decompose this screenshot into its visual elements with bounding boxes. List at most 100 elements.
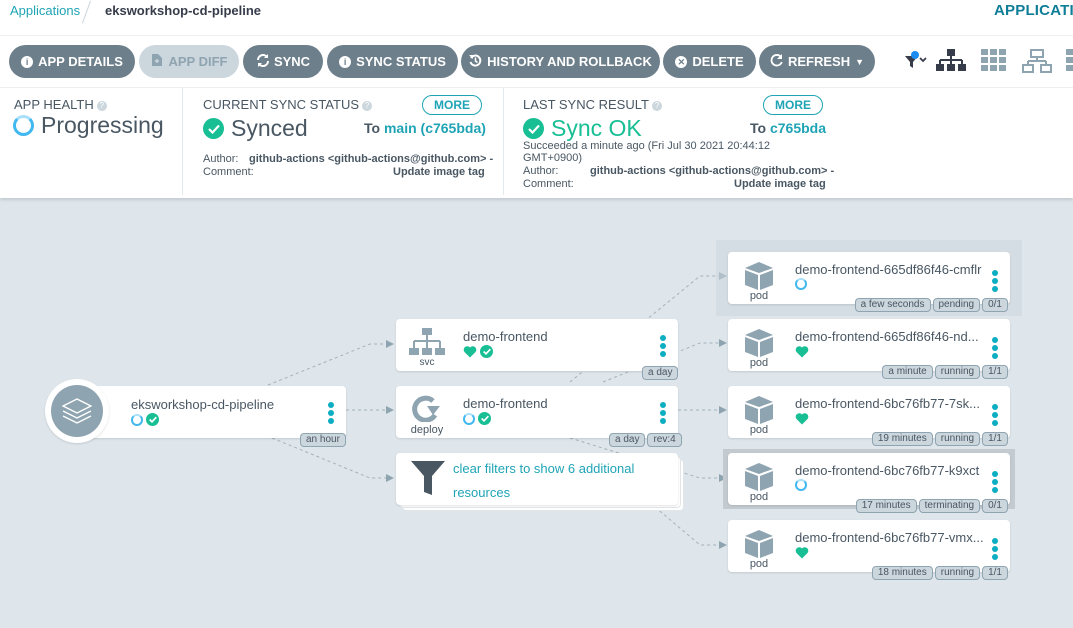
tag: a day bbox=[642, 366, 679, 380]
pod-status bbox=[795, 278, 807, 290]
pod-node[interactable]: pod demo-frontend-665df86f46-nd... a min… bbox=[728, 319, 1010, 379]
current-sync-more-button[interactable]: MORE bbox=[422, 95, 482, 115]
filter-icon[interactable] bbox=[904, 49, 930, 76]
help-icon[interactable]: ? bbox=[651, 101, 662, 111]
healthy-heart-icon bbox=[795, 547, 809, 559]
pod-status bbox=[795, 345, 809, 358]
pod-node-menu[interactable] bbox=[992, 337, 998, 359]
synced-icon bbox=[478, 412, 491, 425]
last-sync-more-button[interactable]: MORE bbox=[763, 95, 823, 115]
deploy-node-name: demo-frontend bbox=[463, 396, 548, 411]
status-panel: APP HEALTH? Progressing CURRENT SYNC STA… bbox=[0, 88, 1073, 198]
caret-down-icon: ▼ bbox=[855, 56, 865, 67]
svc-node-tags: a day bbox=[642, 366, 679, 380]
refresh-label: REFRESH bbox=[787, 54, 851, 69]
clear-filters-node[interactable]: clear filters to show 6 additional resou… bbox=[396, 453, 678, 505]
pod-node[interactable]: pod demo-frontend-665df86f46-cmflr a few… bbox=[728, 252, 1010, 312]
progressing-icon bbox=[13, 115, 34, 136]
app-node-menu[interactable] bbox=[328, 402, 334, 424]
progressing-icon bbox=[795, 479, 807, 491]
list-view-icon[interactable] bbox=[1066, 49, 1073, 76]
pod-status bbox=[795, 412, 809, 425]
app-node-name: eksworkshop-cd-pipeline bbox=[131, 397, 275, 412]
clear-filters-text: resources bbox=[453, 485, 511, 500]
delete-label: DELETE bbox=[692, 54, 744, 69]
pod-tags: 17 minutes terminating 0/1 bbox=[855, 499, 1008, 513]
last-sync-target: To c765bda bbox=[750, 120, 827, 136]
revision-link[interactable]: c765bda bbox=[770, 120, 826, 136]
current-sync-text: Synced bbox=[231, 115, 308, 141]
progressing-icon bbox=[131, 413, 143, 426]
tag: 19 minutes bbox=[871, 432, 933, 446]
breadcrumb-separator bbox=[81, 0, 92, 24]
revision-link[interactable]: main (c765bda) bbox=[384, 120, 486, 136]
svc-node-menu[interactable] bbox=[660, 335, 666, 357]
tree-view-icon[interactable] bbox=[936, 49, 966, 78]
deploy-node[interactable]: deploy demo-frontend a day rev:4 bbox=[396, 386, 682, 447]
pods-grid-icon[interactable] bbox=[981, 49, 1007, 76]
refresh-button[interactable]: REFRESH ▼ bbox=[759, 45, 875, 78]
history-and-rollback-button[interactable]: HISTORY AND ROLLBACK bbox=[461, 45, 660, 78]
tag: 1/1 bbox=[982, 432, 1008, 446]
divider bbox=[182, 88, 183, 195]
pod-node[interactable]: pod demo-frontend-6bc76fb77-k9xct 17 min… bbox=[728, 453, 1010, 513]
pod-status bbox=[795, 479, 807, 491]
clear-filters-text: clear filters to show 6 additional bbox=[453, 461, 635, 476]
pod-node-menu[interactable] bbox=[992, 404, 998, 426]
pod-node[interactable]: pod demo-frontend-6bc76fb77-vmx... 18 mi… bbox=[728, 520, 1010, 580]
times-circle-icon: ✕ bbox=[675, 55, 688, 68]
info-circle-icon: i bbox=[21, 55, 34, 68]
pod-node[interactable]: pod demo-frontend-6bc76fb77-7sk... 19 mi… bbox=[728, 386, 1010, 446]
last-sync-succeeded-tz: GMT+0900) bbox=[523, 152, 582, 164]
tag: terminating bbox=[918, 499, 981, 513]
pod-kind-label: pod bbox=[749, 491, 769, 503]
app-details-button[interactable]: i APP DETAILS bbox=[9, 45, 135, 78]
pod-node-menu[interactable] bbox=[992, 538, 998, 560]
svc-node[interactable]: svc demo-frontend a day bbox=[396, 319, 679, 380]
toolbar: i APP DETAILS APP DIFF SYNC i SYNC STATU… bbox=[0, 36, 1073, 88]
pod-kind-label: pod bbox=[749, 357, 769, 369]
tag: an hour bbox=[300, 433, 346, 447]
edge-deploy-pod5 bbox=[654, 506, 727, 549]
tag: a few seconds bbox=[854, 298, 931, 312]
delete-button[interactable]: ✕ DELETE bbox=[663, 45, 756, 78]
deploy-node-menu[interactable] bbox=[660, 402, 666, 424]
tag: 1/1 bbox=[982, 365, 1008, 379]
tag: rev:4 bbox=[647, 433, 682, 447]
breadcrumb-applications-link[interactable]: Applications bbox=[10, 3, 80, 18]
last-sync-succeeded: Succeeded a minute ago (Fri Jul 30 2021 … bbox=[523, 140, 771, 152]
last-sync-author-label: Author: bbox=[523, 165, 559, 177]
pod-name: demo-frontend-6bc76fb77-7sk... bbox=[795, 396, 980, 411]
last-sync-text: Sync OK bbox=[551, 115, 642, 141]
pod-tags: a minute running 1/1 bbox=[882, 365, 1008, 379]
file-diff-icon bbox=[151, 54, 164, 69]
pod-node-menu[interactable] bbox=[992, 270, 998, 292]
layers-icon bbox=[51, 385, 103, 437]
deployment-icon bbox=[411, 394, 441, 427]
pod-name: demo-frontend-665df86f46-nd... bbox=[795, 329, 979, 344]
current-sync-status-label: CURRENT SYNC STATUS? bbox=[203, 97, 373, 112]
help-icon[interactable]: ? bbox=[96, 101, 107, 111]
sync-icon bbox=[256, 53, 269, 70]
tag: pending bbox=[932, 298, 981, 312]
deploy-node-tags: a day rev:4 bbox=[609, 433, 682, 447]
app-health-text: Progressing bbox=[41, 112, 164, 138]
resource-tree: eksworkshop-cd-pipeline an hour svc demo… bbox=[0, 198, 1073, 628]
last-sync-author: github-actions <github-actions@github.co… bbox=[590, 165, 835, 177]
tag: running bbox=[934, 365, 981, 379]
synced-icon bbox=[480, 345, 493, 358]
pod-kind-label: pod bbox=[749, 424, 769, 436]
clear-filters-link[interactable]: clear filters to show 6 additional resou… bbox=[453, 457, 634, 505]
network-view-icon[interactable] bbox=[1022, 49, 1052, 78]
pod-node-menu[interactable] bbox=[992, 471, 998, 493]
help-icon[interactable]: ? bbox=[362, 101, 373, 111]
healthy-heart-icon bbox=[795, 413, 809, 425]
sync-status-button[interactable]: i SYNC STATUS bbox=[327, 45, 458, 78]
tag: 1/1 bbox=[982, 566, 1008, 580]
healthy-heart-icon bbox=[463, 346, 477, 358]
tag: 17 minutes bbox=[855, 499, 917, 513]
app-health-label: APP HEALTH? bbox=[14, 97, 107, 112]
sync-button[interactable]: SYNC bbox=[243, 45, 323, 78]
app-diff-button[interactable]: APP DIFF bbox=[139, 45, 239, 78]
last-sync-comment-label: Comment: bbox=[523, 178, 574, 190]
